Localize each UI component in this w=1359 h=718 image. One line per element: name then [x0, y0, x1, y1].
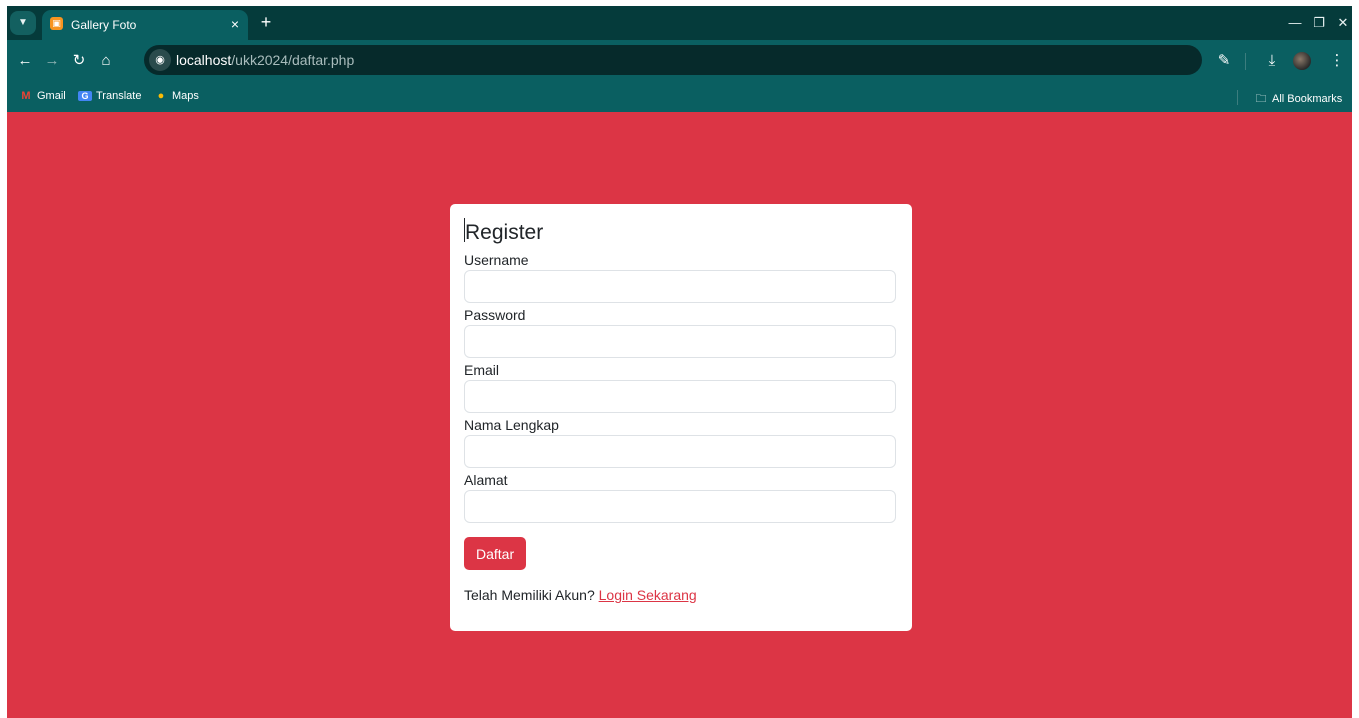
url-host: localhost: [176, 52, 232, 68]
folder-icon: 🗀: [1255, 93, 1267, 105]
reload-icon[interactable]: ↻: [68, 50, 90, 72]
browser-toolbar: ← → ↻ ⌂ ◉ localhost/ukk2024/daftar.php ✎…: [7, 40, 1352, 82]
url-path: /ukk2024/daftar.php: [231, 52, 355, 68]
login-prompt-line: Telah Memiliki Akun? Login Sekarang: [464, 587, 898, 603]
login-link[interactable]: Login Sekarang: [599, 587, 697, 603]
register-card: Register Username Password Email Nama Le…: [450, 204, 912, 631]
password-label: Password: [464, 307, 526, 323]
alamat-input[interactable]: [464, 490, 896, 523]
close-tab-icon[interactable]: ×: [226, 15, 244, 33]
form-title: Register: [465, 221, 544, 244]
bookmark-translate[interactable]: G Translate: [78, 90, 141, 102]
all-bookmarks-label: All Bookmarks: [1272, 93, 1343, 105]
nama-lengkap-input[interactable]: [464, 435, 896, 468]
extensions-icon[interactable]: ✎: [1213, 50, 1235, 72]
username-label: Username: [464, 252, 529, 268]
bookmarks-divider: [1237, 90, 1238, 105]
bookmark-label: Maps: [172, 90, 199, 102]
close-window-icon[interactable]: ✕: [1333, 13, 1352, 33]
bookmark-label: Gmail: [37, 90, 66, 102]
minimize-icon[interactable]: —: [1285, 13, 1305, 33]
nama-lengkap-label: Nama Lengkap: [464, 417, 559, 433]
new-tab-button[interactable]: +: [256, 12, 276, 32]
back-icon[interactable]: ←: [14, 50, 36, 72]
profile-avatar[interactable]: [1293, 52, 1311, 70]
translate-icon: G: [78, 91, 92, 101]
browser-window: ▼ ▣ Gallery Foto × + — ❐ ✕ ← → ↻ ⌂ ◉ loc…: [7, 6, 1352, 718]
email-label: Email: [464, 362, 500, 378]
download-icon[interactable]: ⤓: [1261, 50, 1283, 72]
gmail-icon: M: [21, 90, 31, 102]
tab-search-icon[interactable]: ▼: [10, 11, 36, 35]
forward-icon[interactable]: →: [41, 50, 63, 72]
tab-strip: ▼ ▣ Gallery Foto × + — ❐ ✕: [7, 6, 1352, 40]
alamat-label: Alamat: [464, 472, 508, 488]
email-input[interactable]: [464, 380, 896, 413]
bookmarks-bar: M Gmail G Translate ● Maps 🗀 All Bookmarks: [7, 82, 1352, 112]
password-input[interactable]: [464, 325, 896, 358]
maps-icon: ●: [157, 90, 165, 102]
all-bookmarks-button[interactable]: 🗀 All Bookmarks: [1254, 90, 1343, 109]
address-bar[interactable]: ◉ localhost/ukk2024/daftar.php: [144, 45, 1202, 75]
bookmark-gmail[interactable]: M Gmail: [19, 90, 66, 102]
username-input[interactable]: [464, 270, 896, 303]
login-prompt-text: Telah Memiliki Akun?: [464, 587, 595, 603]
tab-gallery-foto[interactable]: ▣ Gallery Foto ×: [42, 10, 248, 40]
site-info-icon[interactable]: ◉: [149, 49, 171, 71]
xampp-icon: ▣: [50, 17, 63, 30]
url-text[interactable]: localhost/ukk2024/daftar.php: [176, 52, 354, 68]
daftar-button[interactable]: Daftar: [464, 537, 527, 570]
bookmark-maps[interactable]: ● Maps: [154, 90, 199, 102]
restore-icon[interactable]: ❐: [1309, 13, 1329, 33]
toolbar-divider: [1245, 53, 1246, 70]
page-content: Register Username Password Email Nama Le…: [7, 112, 1352, 718]
home-icon[interactable]: ⌂: [95, 50, 117, 72]
tab-title: Gallery Foto: [71, 18, 137, 32]
menu-kebab-icon[interactable]: ⋮: [1326, 50, 1348, 72]
bookmark-label: Translate: [96, 90, 142, 102]
text-caret: [464, 218, 465, 242]
